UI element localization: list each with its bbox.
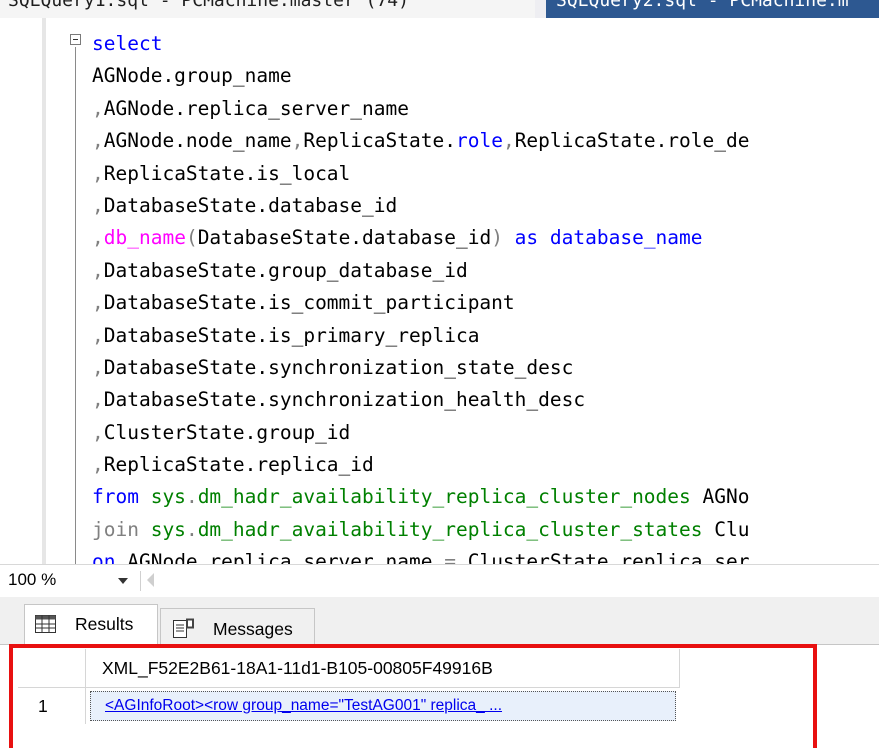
code-token: ,: [92, 453, 104, 477]
code-token: ,: [92, 226, 104, 250]
sql-code[interactable]: select AGNode.group_name ,AGNode.replica_s…: [92, 28, 750, 564]
code-token: sys: [150, 517, 186, 541]
code-token: ,: [502, 129, 515, 153]
code-token: DatabaseState.is_commit_participant: [103, 291, 515, 315]
code-line[interactable]: ,DatabaseState.group_database_id: [92, 255, 750, 287]
code-line[interactable]: ,db_name(DatabaseState.database_id) as d…: [92, 222, 750, 254]
divider: [140, 571, 141, 591]
document-tab-strip: SQLQuery1.sql - PCMachine.master (74) SQ…: [0, 0, 879, 18]
code-line[interactable]: ,DatabaseState.is_commit_participant: [92, 287, 750, 319]
code-token: role: [455, 129, 503, 153]
code-line[interactable]: ,AGNode.node_name,ReplicaState.role,Repl…: [92, 125, 750, 157]
tab-results[interactable]: Results: [24, 604, 158, 644]
code-token: ClusterState.replica_ser: [455, 550, 750, 564]
code-line[interactable]: ,DatabaseState.database_id: [92, 190, 750, 222]
column-header[interactable]: XML_F52E2B61-18A1-11d1-B105-00805F49916B: [86, 649, 680, 688]
code-line[interactable]: ,ClusterState.group_id: [92, 417, 750, 449]
query-tab-active[interactable]: SQLQuery1.sql - PCMachine.master (74): [0, 0, 535, 18]
code-token: AGNode.replica_server_name: [103, 96, 409, 120]
code-token: ReplicaState.replica_id: [103, 453, 374, 477]
code-line[interactable]: ,ReplicaState.is_local: [92, 158, 750, 190]
table-row[interactable]: 1 <AGInfoRoot><row group_name="TestAG001…: [18, 688, 680, 724]
code-token: ): [491, 226, 503, 250]
code-token: DatabaseState.synchronization_state_desc: [103, 355, 574, 379]
results-grid: XML_F52E2B61-18A1-11d1-B105-00805F49916B…: [0, 644, 879, 749]
code-token: ,: [92, 161, 104, 185]
code-token: AGNode.node_name: [103, 129, 292, 153]
code-token: ReplicaState.role_de: [514, 129, 750, 153]
editor-margin: [42, 18, 46, 564]
code-line[interactable]: ,DatabaseState.is_primary_replica: [92, 320, 750, 352]
code-token: ,: [92, 291, 104, 315]
code-line[interactable]: from sys.dm_hadr_availability_replica_cl…: [92, 481, 750, 513]
scroll-left-arrow-icon[interactable]: [147, 573, 154, 587]
code-token: DatabaseState.database_id: [197, 226, 492, 250]
row-number[interactable]: 1: [18, 688, 86, 724]
code-token: ,: [92, 355, 104, 379]
outline-guide: [75, 47, 76, 564]
row-number-header[interactable]: [18, 649, 86, 688]
code-token: as database_name: [502, 226, 703, 250]
code-line[interactable]: ,DatabaseState.synchronization_state_des…: [92, 352, 750, 384]
code-line[interactable]: ,DatabaseState.synchronization_health_de…: [92, 384, 750, 416]
code-token: AGNode.replica_server_name: [127, 550, 445, 564]
code-token: ,: [92, 193, 104, 217]
code-token: db_name: [103, 226, 186, 250]
code-line[interactable]: AGNode.group_name: [92, 60, 750, 92]
messages-icon: [173, 618, 194, 638]
query-tab-active-label: SQLQuery1.sql - PCMachine.master (74): [8, 0, 409, 11]
code-token: ,: [291, 129, 304, 153]
code-token: on: [92, 550, 128, 564]
code-line[interactable]: join sys.dm_hadr_availability_replica_cl…: [92, 514, 750, 546]
query-tab-inactive-label: SQLQuery2.sql - PCMachine.m: [556, 0, 849, 11]
code-token: DatabaseState.database_id: [103, 193, 398, 217]
query-editor[interactable]: select AGNode.group_name ,AGNode.replica_s…: [0, 18, 879, 564]
code-token: select: [92, 32, 163, 55]
zoom-level-select[interactable]: 100 %: [8, 570, 56, 590]
code-token: sys: [150, 485, 186, 509]
collapse-icon[interactable]: [70, 34, 81, 45]
code-token: DatabaseState.synchronization_health_des…: [103, 388, 586, 412]
code-token: ,: [92, 420, 104, 444]
code-token: =: [444, 550, 456, 564]
code-token: ClusterState.group_id: [103, 420, 351, 444]
code-line[interactable]: ,ReplicaState.replica_id: [92, 449, 750, 481]
code-line[interactable]: select: [92, 28, 750, 60]
code-token: join: [92, 517, 151, 541]
chevron-down-icon[interactable]: [118, 578, 128, 584]
xml-result-link[interactable]: <AGInfoRoot><row group_name="TestAG001" …: [90, 691, 676, 721]
code-token: DatabaseState.group_database_id: [103, 258, 468, 282]
tab-messages-label: Messages: [213, 619, 293, 639]
code-token: ReplicaState.: [303, 129, 456, 153]
code-token: ,: [92, 258, 104, 282]
code-token: dm_hadr_availability_replica_cluster_nod…: [197, 485, 691, 509]
code-token: ReplicaState.is_local: [103, 161, 351, 185]
code-line[interactable]: on AGNode.replica_server_name = ClusterS…: [92, 546, 750, 564]
code-token: (: [185, 226, 198, 250]
code-token: from: [92, 485, 151, 509]
tab-messages[interactable]: Messages: [160, 608, 315, 644]
code-line[interactable]: ,AGNode.replica_server_name: [92, 93, 750, 125]
code-token: dm_hadr_availability_replica_cluster_sta…: [197, 517, 703, 541]
results-pane: Results Messages XML_F52E2B61-18A1-11d1-…: [0, 597, 879, 749]
code-token: ,: [92, 96, 104, 120]
code-token: ,: [92, 323, 104, 347]
query-tab-inactive[interactable]: SQLQuery2.sql - PCMachine.m: [546, 0, 879, 18]
code-token: Clu: [702, 517, 750, 541]
grid-header-row: XML_F52E2B61-18A1-11d1-B105-00805F49916B: [18, 649, 680, 688]
tab-results-label: Results: [75, 614, 134, 634]
code-token: ,: [92, 388, 104, 412]
grid-icon: [35, 615, 56, 633]
code-token: ,: [92, 129, 104, 153]
code-token: AGNode.group_name: [92, 64, 292, 88]
code-token: .: [185, 485, 198, 509]
zoom-bar: 100 %: [0, 564, 879, 597]
code-token: AGNo: [690, 485, 750, 509]
code-token: .: [185, 517, 198, 541]
code-token: DatabaseState.is_primary_replica: [103, 323, 480, 347]
